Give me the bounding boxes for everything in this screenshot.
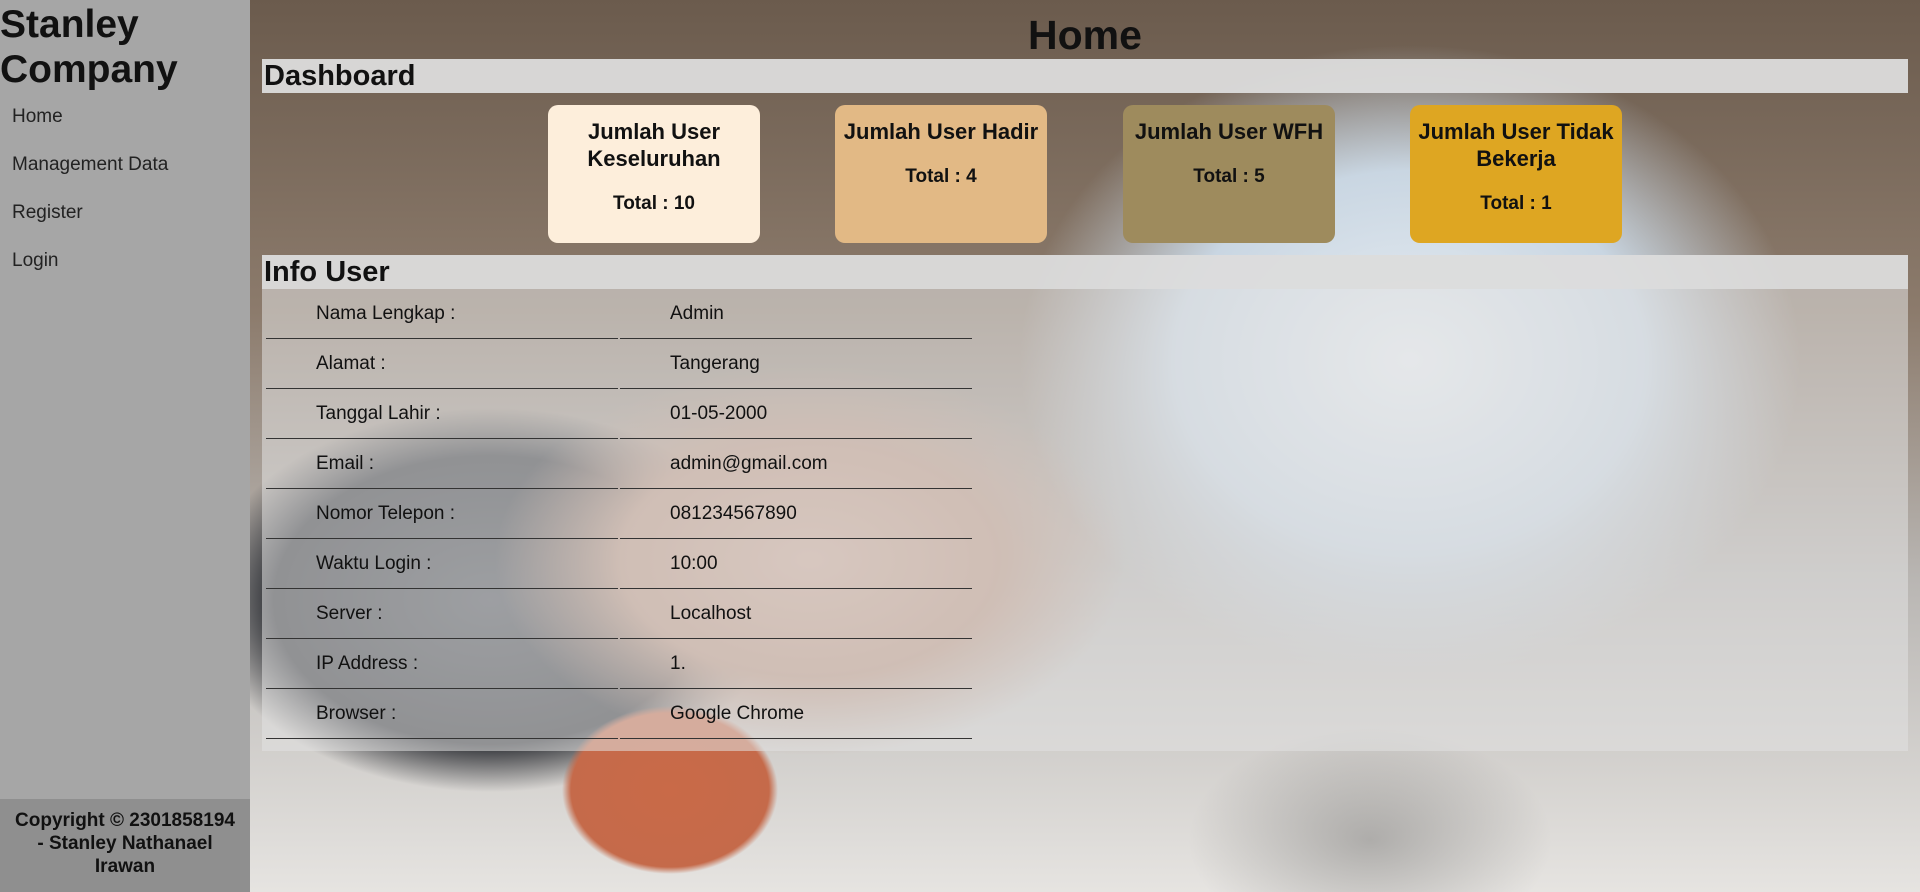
sidebar-item-management-data[interactable]: Management Data <box>0 150 250 198</box>
info-label: Email : <box>266 439 618 489</box>
table-row: IP Address :1. <box>266 639 972 689</box>
info-label: Waktu Login : <box>266 539 618 589</box>
table-row: Alamat : Tangerang <box>266 339 972 389</box>
card-not-working-users: Jumlah User Tidak Bekerja Total : 1 <box>1410 105 1622 243</box>
info-label: Nomor Telepon : <box>266 489 618 539</box>
info-label: IP Address : <box>266 639 618 689</box>
table-row: Nomor Telepon :081234567890 <box>266 489 972 539</box>
table-row: Waktu Login :10:00 <box>266 539 972 589</box>
card-total: Total : 5 <box>1193 166 1265 187</box>
sidebar-item-login[interactable]: Login <box>0 246 250 294</box>
info-value: Google Chrome <box>620 689 972 739</box>
card-title: Jumlah User Hadir <box>843 119 1039 144</box>
info-value: 081234567890 <box>620 489 972 539</box>
info-user-heading: Info User <box>262 255 1908 289</box>
info-label: Browser : <box>266 689 618 739</box>
card-title: Jumlah User WFH <box>1134 119 1324 144</box>
sidebar: Stanley Company Home Management Data Reg… <box>0 0 250 892</box>
table-row: Server : Localhost <box>266 589 972 639</box>
card-title: Jumlah User Tidak Bekerja <box>1418 119 1614 171</box>
card-total: Total : 4 <box>905 166 977 187</box>
copyright-text: Copyright © 2301858194 - Stanley Nathana… <box>15 810 235 877</box>
info-user-table: Nama Lengkap : Admin Alamat : Tangerang Tang… <box>264 289 974 739</box>
card-total: Total : 1 <box>1480 193 1552 214</box>
info-value: Tangerang <box>620 339 972 389</box>
card-total: Total : 10 <box>613 193 695 214</box>
page-title: Home <box>1028 12 1142 58</box>
info-value: 01-05-2000 <box>620 389 972 439</box>
card-title: Jumlah User Keseluruhan <box>587 119 721 171</box>
info-value: admin@gmail.com <box>620 439 972 489</box>
info-label: Tanggal Lahir : <box>266 389 618 439</box>
sidebar-item-register[interactable]: Register <box>0 198 250 246</box>
info-label: Nama Lengkap : <box>266 289 618 339</box>
dashboard-heading: Dashboard <box>262 59 1908 93</box>
info-value: 1. <box>620 639 972 689</box>
copyright-footer: Copyright © 2301858194 - Stanley Nathana… <box>0 799 250 892</box>
info-label: Server : <box>266 589 618 639</box>
card-total-users: Jumlah User Keseluruhan Total : 10 <box>548 105 760 243</box>
table-row: Tanggal Lahir :01-05-2000 <box>266 389 972 439</box>
info-label: Alamat : <box>266 339 618 389</box>
info-value: 10:00 <box>620 539 972 589</box>
info-value: Admin <box>620 289 972 339</box>
card-present-users: Jumlah User Hadir Total : 4 <box>835 105 1047 243</box>
table-row: Email : admin@gmail.com <box>266 439 972 489</box>
sidebar-nav: Home Management Data Register Login <box>0 102 250 294</box>
brand-title: Stanley Company <box>0 3 178 91</box>
table-row: Nama Lengkap : Admin <box>266 289 972 339</box>
info-value: Localhost <box>620 589 972 639</box>
sidebar-item-home[interactable]: Home <box>0 102 250 150</box>
card-wfh-users: Jumlah User WFH Total : 5 <box>1123 105 1335 243</box>
table-row: Browser : Google Chrome <box>266 689 972 739</box>
